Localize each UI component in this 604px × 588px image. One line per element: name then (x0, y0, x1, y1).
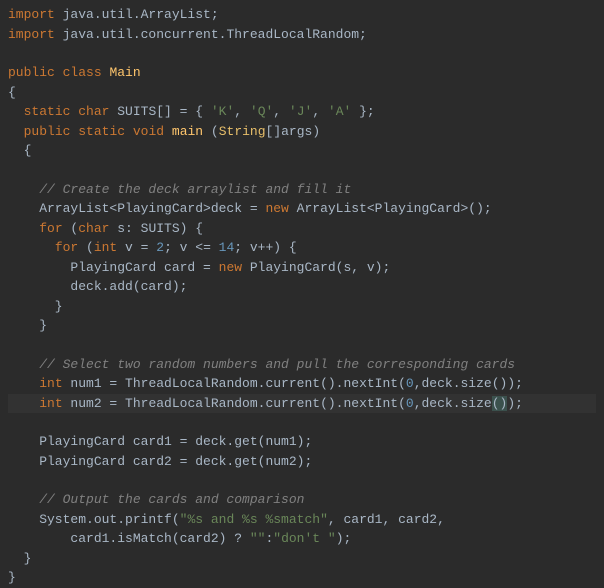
code-line: { (8, 141, 596, 161)
code-line: } (8, 297, 596, 317)
code-line: for (int v = 2; v <= 14; v++) { (8, 238, 596, 258)
code-line: PlayingCard card2 = deck.get(num2); (8, 452, 596, 472)
code-line: System.out.printf("%s and %s %smatch", c… (8, 510, 596, 530)
code-line (8, 161, 596, 180)
code-line: ArrayList<PlayingCard>deck = new ArrayLi… (8, 199, 596, 219)
code-line (8, 336, 596, 355)
code-line: // Select two random numbers and pull th… (8, 355, 596, 375)
code-line: } (8, 316, 596, 336)
code-line: } (8, 549, 596, 569)
code-line: import java.util.ArrayList; (8, 5, 596, 25)
code-line: import java.util.concurrent.ThreadLocalR… (8, 25, 596, 45)
code-line: } (8, 568, 596, 588)
code-line (8, 413, 596, 432)
code-line: static char SUITS[] = { 'K', 'Q', 'J', '… (8, 102, 596, 122)
code-line: // Output the cards and comparison (8, 490, 596, 510)
code-line: int num1 = ThreadLocalRandom.current().n… (8, 374, 596, 394)
code-line (8, 471, 596, 490)
code-line: deck.add(card); (8, 277, 596, 297)
code-line: for (char s: SUITS) { (8, 219, 596, 239)
code-block: import java.util.ArrayList; import java.… (8, 5, 596, 588)
code-line-active: int num2 = ThreadLocalRandom.current().n… (8, 394, 596, 414)
code-line: public class Main (8, 63, 596, 83)
code-line (8, 44, 596, 63)
code-line: // Create the deck arraylist and fill it (8, 180, 596, 200)
code-line: PlayingCard card = new PlayingCard(s, v)… (8, 258, 596, 278)
code-line: { (8, 83, 596, 103)
code-line: PlayingCard card1 = deck.get(num1); (8, 432, 596, 452)
code-line: public static void main (String[]args) (8, 122, 596, 142)
code-line: card1.isMatch(card2) ? "":"don't "); (8, 529, 596, 549)
